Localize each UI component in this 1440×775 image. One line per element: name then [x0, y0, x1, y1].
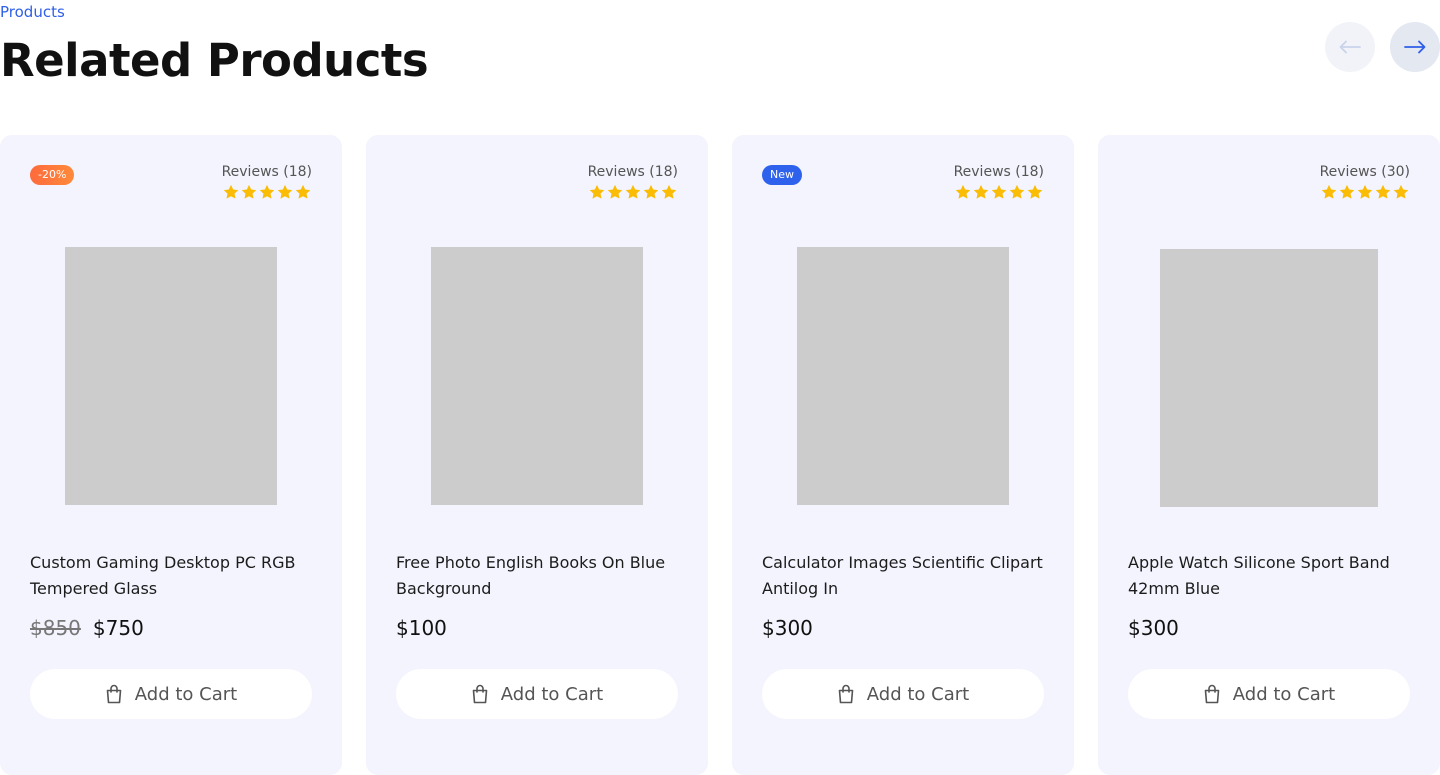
shopping-bag-icon — [1204, 684, 1220, 704]
rating-stars — [588, 183, 678, 201]
carousel-next-button[interactable] — [1390, 22, 1440, 72]
price-row: $850 $750 — [30, 616, 144, 640]
add-to-cart-label: Add to Cart — [866, 683, 970, 705]
add-to-cart-button[interactable]: Add to Cart — [396, 669, 678, 719]
price-row: $300 — [762, 616, 813, 640]
star-icon — [973, 184, 989, 199]
review-count: Reviews (18) — [953, 164, 1044, 180]
product-image[interactable] — [797, 247, 1009, 505]
breadcrumb-products-link[interactable]: Products — [0, 3, 65, 21]
add-to-cart-label: Add to Cart — [500, 683, 604, 705]
star-icon — [295, 184, 311, 199]
add-to-cart-button[interactable]: Add to Cart — [762, 669, 1044, 719]
star-icon — [643, 184, 659, 199]
star-icon — [661, 184, 677, 199]
star-icon — [991, 184, 1007, 199]
discount-badge: -20% — [30, 165, 75, 185]
add-to-cart-label: Add to Cart — [134, 683, 238, 705]
arrow-left-icon — [1339, 40, 1361, 54]
shopping-bag-icon — [838, 684, 854, 704]
star-icon — [1393, 184, 1409, 199]
add-to-cart-button[interactable]: Add to Cart — [1128, 669, 1410, 719]
star-icon — [1357, 184, 1373, 199]
review-count: Reviews (18) — [221, 164, 312, 180]
product-name[interactable]: Free Photo English Books On Blue Backgro… — [396, 550, 686, 602]
price-row: $300 — [1128, 616, 1179, 640]
star-icon — [1321, 184, 1337, 199]
star-icon — [259, 184, 275, 199]
product-image[interactable] — [1160, 249, 1378, 507]
rating-stars — [954, 183, 1044, 201]
carousel-prev-button[interactable] — [1325, 22, 1375, 72]
add-to-cart-button[interactable]: Add to Cart — [30, 669, 312, 719]
star-icon — [223, 184, 239, 199]
review-count: Reviews (30) — [1319, 164, 1410, 180]
shopping-bag-icon — [472, 684, 488, 704]
price-row: $100 — [396, 616, 447, 640]
star-icon — [1339, 184, 1355, 199]
star-icon — [241, 184, 257, 199]
product-name[interactable]: Calculator Images Scientific Clipart Ant… — [762, 550, 1052, 602]
rating-stars — [222, 183, 312, 201]
section-title: Related Products — [0, 34, 429, 87]
add-to-cart-label: Add to Cart — [1232, 683, 1336, 705]
star-icon — [955, 184, 971, 199]
current-price: $100 — [396, 616, 447, 640]
current-price: $300 — [1128, 616, 1179, 640]
star-icon — [589, 184, 605, 199]
product-image[interactable] — [65, 247, 277, 505]
star-icon — [1375, 184, 1391, 199]
product-name[interactable]: Custom Gaming Desktop PC RGB Tempered Gl… — [30, 550, 320, 602]
star-icon — [625, 184, 641, 199]
arrow-right-icon — [1404, 40, 1426, 54]
star-icon — [607, 184, 623, 199]
review-count: Reviews (18) — [587, 164, 678, 180]
star-icon — [277, 184, 293, 199]
old-price: $850 — [30, 616, 81, 640]
current-price: $750 — [92, 616, 144, 640]
shopping-bag-icon — [106, 684, 122, 704]
star-icon — [1027, 184, 1043, 199]
rating-stars — [1320, 183, 1410, 201]
star-icon — [1009, 184, 1025, 199]
product-name[interactable]: Apple Watch Silicone Sport Band 42mm Blu… — [1128, 550, 1418, 602]
new-badge: New — [762, 165, 802, 185]
product-image[interactable] — [431, 247, 643, 505]
current-price: $300 — [762, 616, 813, 640]
